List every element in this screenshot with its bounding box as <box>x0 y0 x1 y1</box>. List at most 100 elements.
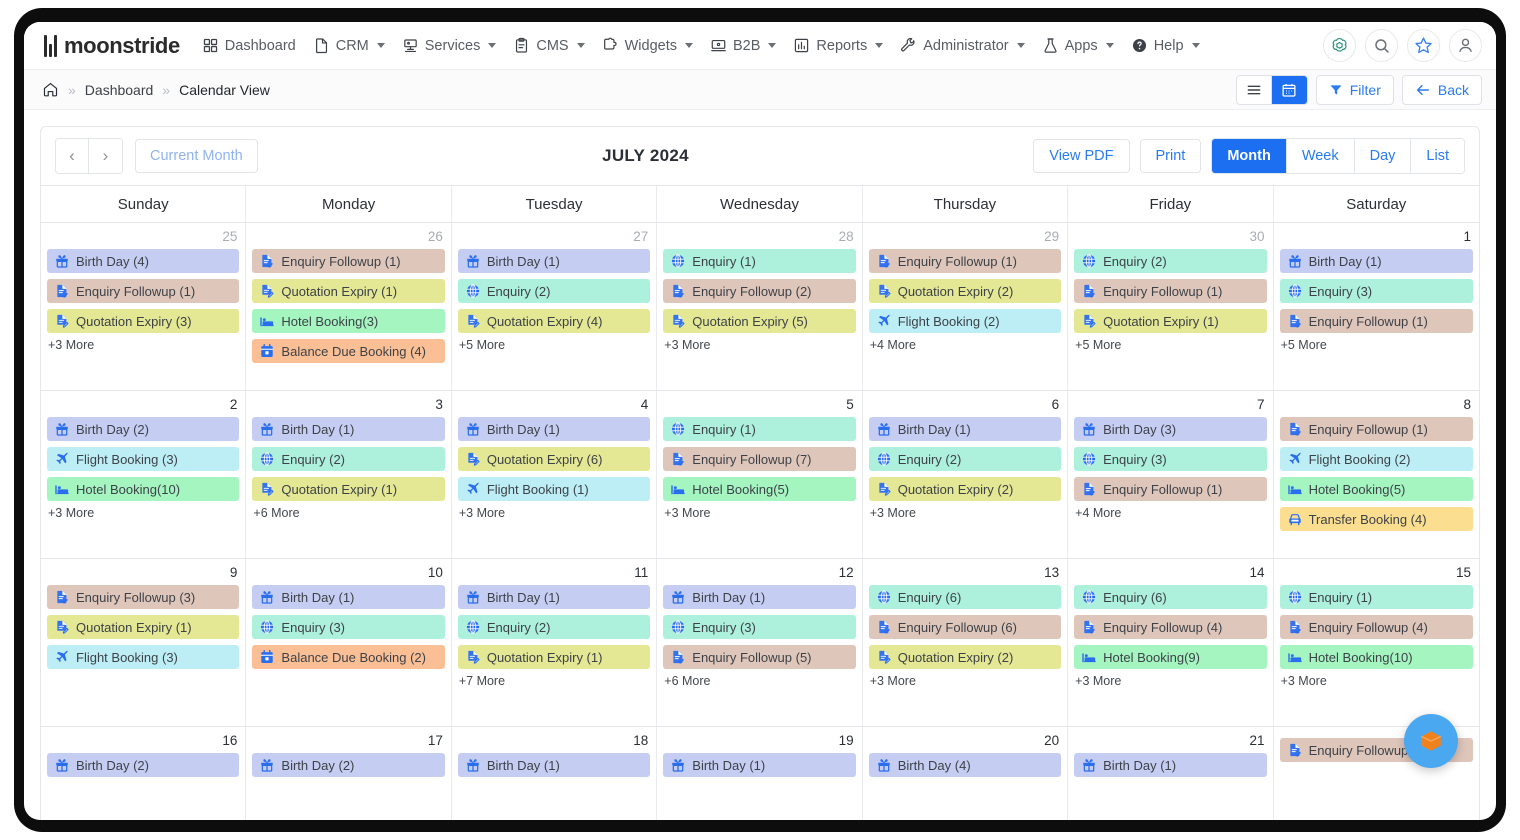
calendar-event-hotel[interactable]: Hotel Booking(5) <box>663 477 856 501</box>
calendar-event-birthday[interactable]: Birth Day (1) <box>1074 753 1267 777</box>
calendar-event-hotel[interactable]: Hotel Booking(10) <box>47 477 240 501</box>
more-events-link[interactable]: +3 More <box>663 338 855 352</box>
more-events-link[interactable]: +3 More <box>663 506 855 520</box>
day-cell[interactable]: 17 Birth Day (2) <box>246 727 452 820</box>
list-view-icon[interactable] <box>1236 75 1272 104</box>
more-events-link[interactable]: +7 More <box>458 674 650 688</box>
day-cell[interactable]: 28 Enquiry (1) Enquiry Followup (2) Quotati… <box>657 223 863 390</box>
calendar-event-followup[interactable]: Enquiry Followup (4) <box>1074 615 1267 639</box>
openai-icon[interactable] <box>1323 29 1356 62</box>
day-cell[interactable]: 21 Birth Day (1) <box>1068 727 1274 820</box>
calendar-event-enquiry[interactable]: Enquiry (3) <box>1279 279 1473 303</box>
print-button[interactable]: Print <box>1139 139 1202 173</box>
day-cell[interactable]: 11 Birth Day (1) Enquiry (2) Quotation Expi… <box>452 559 658 726</box>
breadcrumb-item-dashboard[interactable]: Dashboard <box>85 82 154 98</box>
calendar-event-birthday[interactable]: Birth Day (1) <box>663 753 856 777</box>
calendar-event-followup[interactable]: Enquiry Followup (1) <box>1279 309 1473 333</box>
calendar-event-enquiry[interactable]: Enquiry (3) <box>252 615 445 639</box>
calendar-event-quotation[interactable]: Quotation Expiry (3) <box>47 309 240 333</box>
nav-item-cms[interactable]: CMS <box>505 31 592 60</box>
calendar-event-followup[interactable]: Enquiry Followup (1) <box>252 249 445 273</box>
back-button[interactable]: Back <box>1401 74 1482 105</box>
nav-item-services[interactable]: Services <box>394 31 505 60</box>
next-month-button[interactable]: › <box>89 139 122 173</box>
chat-box-icon[interactable] <box>1404 714 1458 768</box>
calendar-event-followup[interactable]: Enquiry Followup (1) <box>1074 477 1267 501</box>
day-cell[interactable]: 25 Birth Day (4) Enquiry Followup (1) Quota… <box>41 223 247 390</box>
more-events-link[interactable]: +3 More <box>1280 674 1473 688</box>
calendar-event-followup[interactable]: Enquiry Followup (1) <box>1279 417 1473 441</box>
calendar-event-quotation[interactable]: Quotation Expiry (1) <box>457 645 651 669</box>
calendar-event-enquiry[interactable]: Enquiry (2) <box>1074 249 1267 273</box>
calendar-event-enquiry[interactable]: Enquiry (3) <box>1074 447 1267 471</box>
more-events-link[interactable]: +3 More <box>869 674 1061 688</box>
day-cell[interactable]: 13 Enquiry (6) Enquiry Followup (6) Quotati… <box>863 559 1069 726</box>
calendar-view-day[interactable]: Day <box>1354 139 1412 173</box>
calendar-view-list[interactable]: List <box>1411 139 1464 173</box>
day-cell[interactable]: 26 Enquiry Followup (1) Quotation Expiry (… <box>246 223 452 390</box>
calendar-event-followup[interactable]: Enquiry Followup (6) <box>868 615 1062 639</box>
nav-item-crm[interactable]: CRM <box>305 31 393 60</box>
day-cell[interactable]: 1 Birth Day (1) Enquiry (3) Enquiry Followu… <box>1274 223 1479 390</box>
calendar-event-birthday[interactable]: Birth Day (1) <box>868 417 1062 441</box>
calendar-event-birthday[interactable]: Birth Day (1) <box>252 585 445 609</box>
nav-item-help[interactable]: Help <box>1123 31 1208 60</box>
star-icon[interactable] <box>1407 29 1440 62</box>
calendar-event-flight[interactable]: Flight Booking (1) <box>457 477 651 501</box>
nav-item-widgets[interactable]: Widgets <box>594 31 701 60</box>
calendar-event-enquiry[interactable]: Enquiry (6) <box>1074 585 1267 609</box>
nav-item-administrator[interactable]: Administrator <box>892 31 1032 60</box>
day-cell[interactable]: 14 Enquiry (6) Enquiry Followup (4) Hotel B… <box>1068 559 1274 726</box>
more-events-link[interactable]: +3 More <box>869 506 1061 520</box>
day-cell[interactable]: 27 Birth Day (1) Enquiry (2) Quotation Expi… <box>452 223 658 390</box>
calendar-view-month[interactable]: Month <box>1212 139 1287 173</box>
calendar-event-quotation[interactable]: Quotation Expiry (6) <box>457 447 651 471</box>
current-month-button[interactable]: Current Month <box>135 139 258 173</box>
more-events-link[interactable]: +4 More <box>1074 506 1266 520</box>
calendar-event-quotation[interactable]: Quotation Expiry (4) <box>457 309 651 333</box>
calendar-event-followup[interactable]: Enquiry Followup (3) <box>47 585 240 609</box>
day-cell[interactable]: 10 Birth Day (1) Enquiry (3) Balance Due Bo… <box>246 559 452 726</box>
calendar-event-flight[interactable]: Flight Booking (3) <box>47 645 240 669</box>
brand-logo[interactable]: moonstride <box>44 33 180 59</box>
filter-button[interactable]: Filter <box>1315 74 1394 105</box>
more-events-link[interactable]: +4 More <box>869 338 1061 352</box>
calendar-event-hotel[interactable]: Hotel Booking(9) <box>1074 645 1267 669</box>
day-cell[interactable]: 3 Birth Day (1) Enquiry (2) Quotation Expir… <box>246 391 452 558</box>
day-cell[interactable]: 18 Birth Day (1) <box>452 727 658 820</box>
calendar-event-followup[interactable]: Enquiry Followup (2) <box>663 279 856 303</box>
calendar-event-birthday[interactable]: Birth Day (1) <box>252 417 445 441</box>
calendar-event-enquiry[interactable]: Enquiry (1) <box>663 249 856 273</box>
calendar-event-balance[interactable]: Balance Due Booking (4) <box>252 339 445 363</box>
calendar-event-enquiry[interactable]: Enquiry (1) <box>663 417 856 441</box>
calendar-event-followup[interactable]: Enquiry Followup (5) <box>663 645 856 669</box>
more-events-link[interactable]: +3 More <box>1074 674 1266 688</box>
calendar-view-icon[interactable] <box>1271 75 1307 104</box>
calendar-event-transfer[interactable]: Transfer Booking (4) <box>1279 507 1473 531</box>
calendar-event-quotation[interactable]: Quotation Expiry (1) <box>252 477 445 501</box>
calendar-event-quotation[interactable]: Quotation Expiry (1) <box>47 615 240 639</box>
calendar-event-followup[interactable]: Enquiry Followup (1) <box>47 279 240 303</box>
calendar-event-birthday[interactable]: Birth Day (1) <box>457 585 651 609</box>
prev-month-button[interactable]: ‹ <box>56 139 89 173</box>
calendar-event-flight[interactable]: Flight Booking (2) <box>868 309 1062 333</box>
calendar-event-birthday[interactable]: Birth Day (1) <box>457 753 651 777</box>
calendar-event-enquiry[interactable]: Enquiry (2) <box>457 615 651 639</box>
calendar-event-enquiry[interactable]: Enquiry (2) <box>252 447 445 471</box>
nav-item-b2b[interactable]: B2B <box>702 31 784 60</box>
calendar-event-quotation[interactable]: Quotation Expiry (2) <box>868 645 1062 669</box>
calendar-event-enquiry[interactable]: Enquiry (6) <box>868 585 1062 609</box>
calendar-event-hotel[interactable]: Hotel Booking(10) <box>1279 645 1473 669</box>
calendar-view-week[interactable]: Week <box>1286 139 1355 173</box>
more-events-link[interactable]: +5 More <box>458 338 650 352</box>
calendar-event-flight[interactable]: Flight Booking (2) <box>1279 447 1473 471</box>
user-icon[interactable] <box>1449 29 1482 62</box>
day-cell[interactable]: 12 Birth Day (1) Enquiry (3) Enquiry Follow… <box>657 559 863 726</box>
day-cell[interactable]: 5 Enquiry (1) Enquiry Followup (7) Hotel Bo… <box>657 391 863 558</box>
calendar-event-hotel[interactable]: Hotel Booking(3) <box>252 309 445 333</box>
nav-item-dashboard[interactable]: Dashboard <box>194 31 304 60</box>
day-cell[interactable]: 2 Birth Day (2) Flight Booking (3) Hotel Bo… <box>41 391 247 558</box>
day-cell[interactable]: 8 Enquiry Followup (1) Flight Booking (2) H… <box>1274 391 1479 558</box>
more-events-link[interactable]: +3 More <box>47 506 239 520</box>
day-cell[interactable]: 7 Birth Day (3) Enquiry (3) Enquiry Followu… <box>1068 391 1274 558</box>
